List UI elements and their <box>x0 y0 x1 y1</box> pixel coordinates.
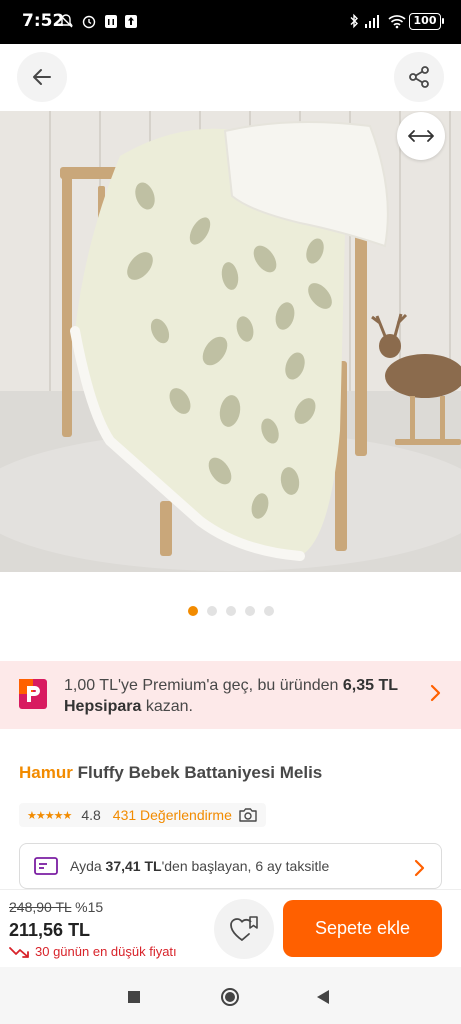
signal-icon <box>365 15 379 28</box>
pagination-dot[interactable] <box>225 606 236 616</box>
promo-text: 1,00 TL'ye Premium'a geç, bu üründen 6,3… <box>64 675 414 717</box>
credit-card-icon <box>34 857 58 875</box>
promo-text-suffix: kazan. <box>141 698 193 715</box>
system-nav-bar <box>0 967 461 1024</box>
brand-link[interactable]: Hamur <box>19 763 73 782</box>
installment-text: Ayda 37,41 TL'den başlayan, 6 ay taksitl… <box>70 858 329 874</box>
pagination-dot[interactable] <box>206 606 217 616</box>
promo-brand: Hepsipara <box>64 698 142 715</box>
alarm-icon <box>82 15 96 29</box>
star-rating-icon: ★★★★★ <box>27 809 72 822</box>
battery-indicator: 100 <box>409 13 444 30</box>
bluetooth-icon <box>350 13 358 29</box>
hepsipara-logo-icon <box>19 679 47 709</box>
home-icon[interactable] <box>220 987 240 1007</box>
product-name: Fluffy Bebek Battaniyesi Melis <box>72 763 323 782</box>
recent-apps-icon[interactable] <box>127 990 141 1004</box>
discount-percent: %15 <box>75 899 104 915</box>
arrow-left-icon <box>33 69 51 85</box>
promo-amount: 6,35 TL <box>342 677 399 694</box>
promo-text-prefix: 1,00 TL'ye Premium'a geç, bu üründen <box>64 677 343 694</box>
old-price: 248,90 TL <box>9 899 72 915</box>
lowest-price-note: 30 günün en düşük fiyatı <box>9 944 177 959</box>
swap-horizontal-icon <box>408 130 434 142</box>
mute-icon <box>59 14 73 28</box>
gallery-pagination <box>0 606 461 616</box>
heart-bookmark-icon <box>230 916 258 941</box>
rating-score: 4.8 <box>81 807 101 823</box>
current-price: 211,56 TL <box>9 920 91 940</box>
trash-icon <box>105 15 117 28</box>
back-nav-icon[interactable] <box>316 989 330 1005</box>
add-to-cart-button[interactable]: Sepete ekle <box>283 900 442 957</box>
status-bar: 7:52 100 <box>0 0 461 44</box>
lowest-price-text: 30 günün en düşük fiyatı <box>35 944 177 959</box>
pagination-dot[interactable] <box>263 606 274 616</box>
camera-icon <box>239 808 257 822</box>
trend-down-icon <box>9 946 29 958</box>
pagination-dot[interactable] <box>244 606 255 616</box>
product-image[interactable] <box>0 111 461 572</box>
chevron-right-icon <box>430 684 441 702</box>
installment-suffix: 'den başlayan, 6 ay taksitle <box>161 858 330 874</box>
pagination-dot-active[interactable] <box>187 606 198 616</box>
blanket-photo <box>0 111 461 572</box>
premium-promo-banner[interactable]: 1,00 TL'ye Premium'a geç, bu üründen 6,3… <box>0 661 461 729</box>
expand-gallery-button[interactable] <box>397 112 445 160</box>
share-icon <box>409 66 429 88</box>
installment-amount: 37,41 TL <box>105 858 162 874</box>
share-button[interactable] <box>394 52 444 102</box>
old-price-row: 248,90 TL %15 <box>9 899 103 915</box>
product-title: Hamur Fluffy Bebek Battaniyesi Melis <box>19 763 322 783</box>
back-button[interactable] <box>17 52 67 102</box>
rating-summary[interactable]: ★★★★★ 4.8 431 Değerlendirme <box>19 803 266 827</box>
chevron-right-icon <box>414 859 425 877</box>
installment-info[interactable]: Ayda 37,41 TL'den başlayan, 6 ay taksitl… <box>19 843 442 889</box>
upload-icon <box>125 15 137 28</box>
wifi-icon <box>388 15 406 29</box>
reviews-link[interactable]: 431 Değerlendirme <box>113 807 232 823</box>
installment-prefix: Ayda <box>70 858 106 874</box>
favorite-button[interactable] <box>214 899 274 959</box>
